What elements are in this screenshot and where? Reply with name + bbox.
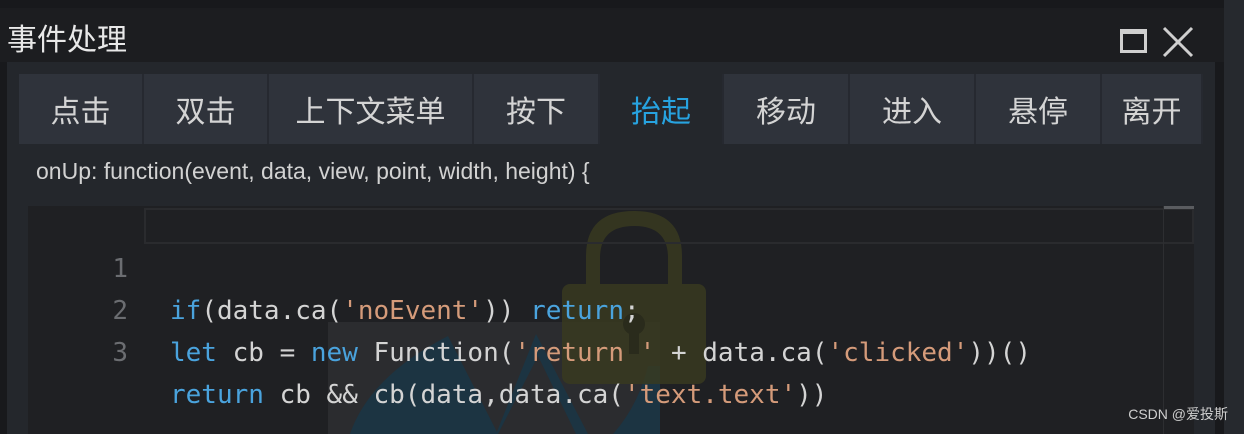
code-line: 1 if(data.ca('noEvent')) return; bbox=[28, 206, 1158, 326]
code-line: 2 let cb = new Function('return ' + data… bbox=[28, 248, 1158, 368]
event-panel: 点击 双击 上下文菜单 按下 抬起 移动 进入 悬停 离开 onUp: func… bbox=[7, 62, 1215, 434]
close-button[interactable] bbox=[1162, 26, 1194, 58]
code-text: return cb && cb(data,data.ca('text.text'… bbox=[170, 374, 827, 416]
event-handler-window: 事件处理 点击 双击 上下文菜单 按下 抬起 移动 进入 悬停 离开 onUp:… bbox=[0, 0, 1244, 434]
tab-double-click[interactable]: 双击 bbox=[144, 74, 269, 144]
maximize-icon bbox=[1120, 29, 1147, 53]
tab-click[interactable]: 点击 bbox=[19, 74, 144, 144]
code-keyword: return bbox=[170, 380, 264, 410]
maximize-button[interactable] bbox=[1119, 26, 1151, 58]
event-tabs: 点击 双击 上下文菜单 按下 抬起 移动 进入 悬停 离开 bbox=[19, 74, 1203, 144]
code-line: 3 return cb && cb(data,data.ca('text.tex… bbox=[28, 290, 1158, 410]
code-string: 'text.text' bbox=[623, 380, 797, 410]
tab-context-menu[interactable]: 上下文菜单 bbox=[269, 74, 474, 144]
csdn-watermark: CSDN @爱投斯 bbox=[1128, 406, 1228, 422]
code-keyword: let bbox=[170, 338, 217, 368]
line-number: 3 bbox=[112, 338, 128, 368]
code-token: + data.ca( bbox=[655, 338, 828, 368]
function-signature: onUp: function(event, data, view, point,… bbox=[36, 158, 590, 184]
vertical-scrollbar[interactable] bbox=[1163, 206, 1194, 434]
code-editor[interactable]: 1 if(data.ca('noEvent')) return; 2 let c… bbox=[28, 206, 1194, 434]
side-strip bbox=[1224, 0, 1244, 434]
code-keyword: new bbox=[310, 338, 358, 368]
tab-mouse-enter[interactable]: 进入 bbox=[850, 74, 976, 144]
code-token: Function( bbox=[357, 338, 515, 368]
code-token: )) bbox=[796, 380, 828, 410]
window-title: 事件处理 bbox=[7, 23, 127, 58]
tab-mouse-down[interactable]: 按下 bbox=[474, 74, 600, 144]
close-icon bbox=[1162, 26, 1194, 58]
title-bar: 事件处理 bbox=[0, 8, 1224, 62]
tab-mouse-up[interactable]: 抬起 bbox=[600, 74, 724, 144]
tab-mouse-move[interactable]: 移动 bbox=[724, 74, 850, 144]
code-token: ))() bbox=[968, 338, 1031, 368]
code-string: 'clicked' bbox=[827, 338, 969, 368]
tab-mouse-leave[interactable]: 离开 bbox=[1102, 74, 1203, 144]
code-token: cb = bbox=[216, 338, 311, 368]
code-string: 'return ' bbox=[514, 338, 656, 368]
code-token: cb && cb(data,data.ca( bbox=[263, 380, 624, 410]
scrollbar-thumb[interactable] bbox=[1164, 206, 1194, 209]
tab-mouse-hover[interactable]: 悬停 bbox=[976, 74, 1102, 144]
code-text: let cb = new Function('return ' + data.c… bbox=[170, 332, 1031, 374]
